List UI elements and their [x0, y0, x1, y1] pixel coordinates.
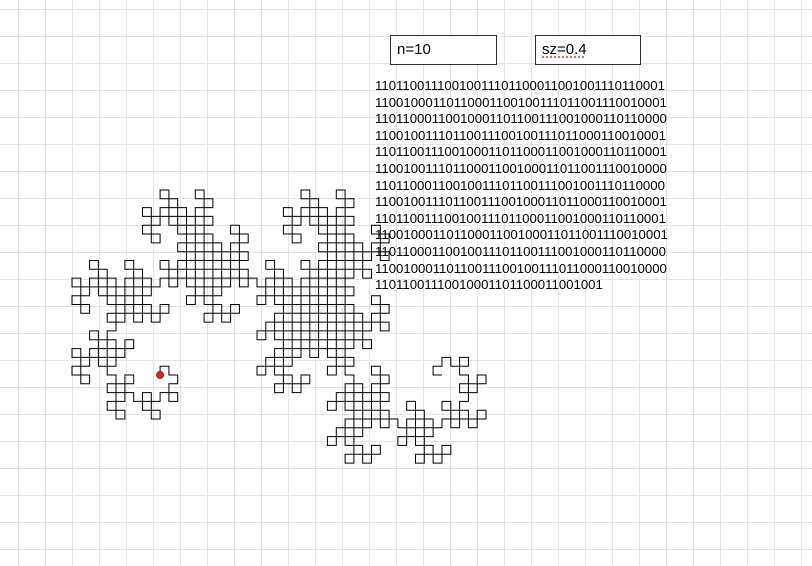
bit-line: 1101100011001000110110011100100011011000… — [375, 111, 667, 127]
bit-line: 1101100011001001110110011100100111011000… — [375, 177, 665, 193]
bit-line: 1100100111011000110010001101100111001000… — [375, 160, 667, 176]
bit-line: 1101100011001001110110011100100011011000… — [375, 243, 666, 259]
bit-line: 1100100111011001110010011101100011001000… — [375, 127, 666, 143]
bit-line: 1101100111001000110110001100100011011000… — [375, 144, 667, 160]
bit-line: 1100100011011000110010001101100111001000… — [375, 227, 668, 243]
bit-line: 1101100111001001110110001100100011011000… — [375, 210, 666, 226]
bit-line: 1101100111001001110110001100100111011000… — [375, 78, 665, 93]
bit-line: 11011001110010001101100011001001 — [375, 277, 603, 293]
start-point-marker — [156, 371, 165, 379]
bit-line: 1100100011011001110010011101100011001000… — [375, 260, 667, 276]
bit-line: 1100100111011001110010001101100011001000… — [375, 194, 667, 210]
sz-input[interactable] — [535, 35, 641, 65]
bit-line: 1100100011011000110010011101100111001000… — [375, 94, 667, 110]
n-input[interactable] — [390, 35, 497, 65]
bit-sequence-text: 1101100111001001110110001100100111011000… — [375, 78, 735, 294]
